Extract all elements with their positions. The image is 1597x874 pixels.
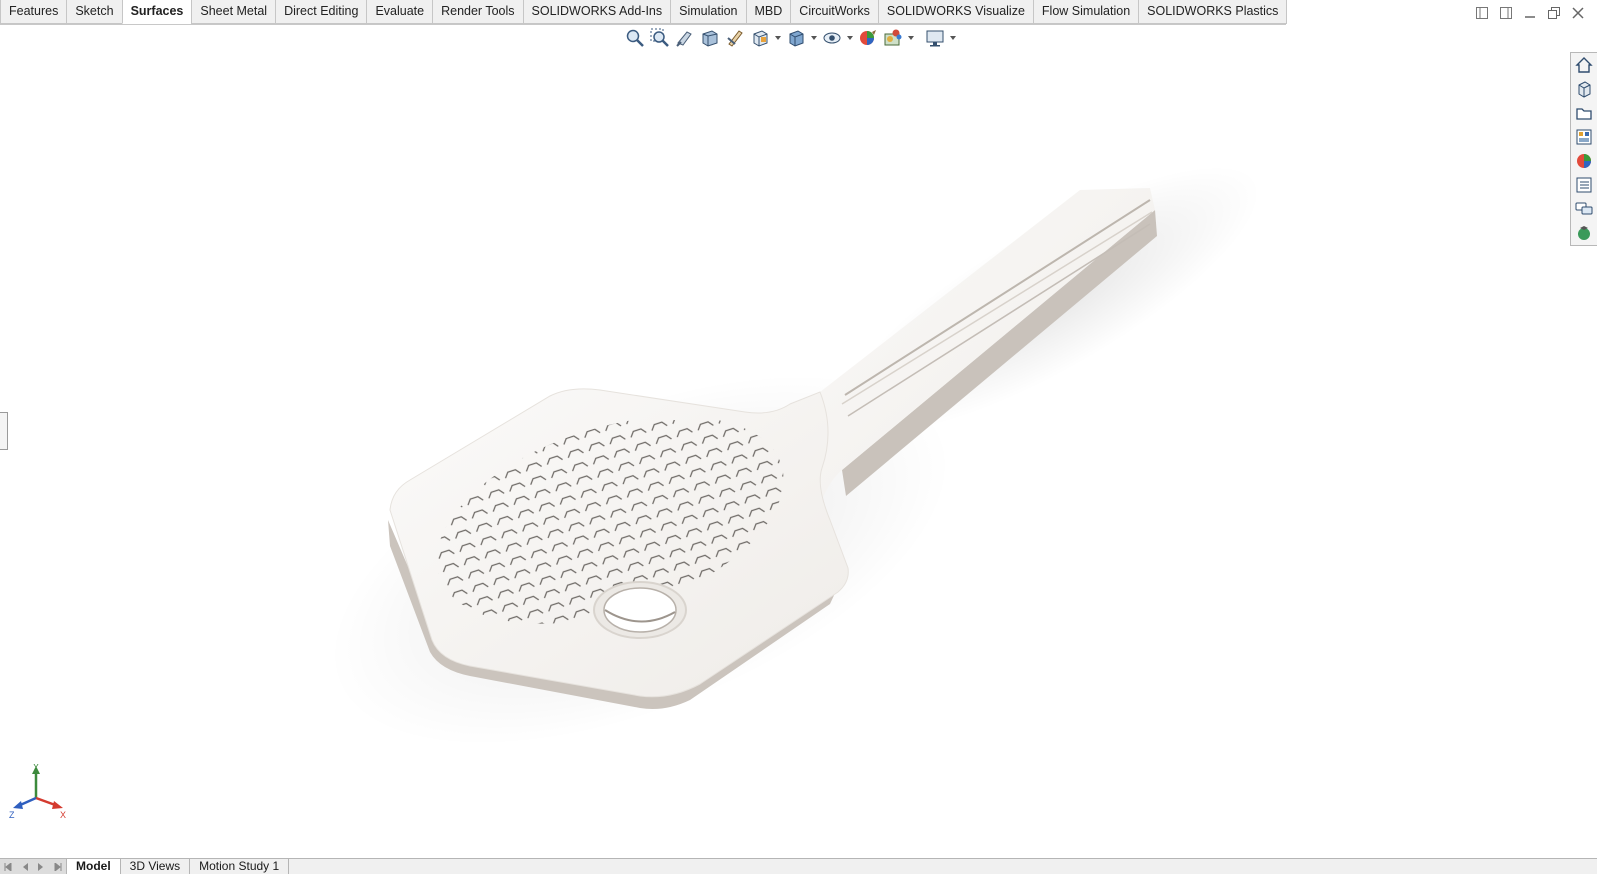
display-style-dropdown-icon[interactable] (810, 27, 818, 49)
hide-show-dropdown-icon[interactable] (846, 27, 854, 49)
tile-left-icon[interactable] (1475, 6, 1489, 20)
tab-render-tools[interactable]: Render Tools (432, 0, 524, 24)
custom-properties-icon[interactable] (1571, 173, 1597, 197)
tab-features[interactable]: Features (0, 0, 68, 24)
tab-3d-views[interactable]: 3D Views (121, 859, 191, 874)
file-explorer-icon[interactable] (1571, 101, 1597, 125)
tab-sheet-metal[interactable]: Sheet Metal (191, 0, 277, 24)
tab-scroll-arrows (0, 859, 67, 874)
apply-scene-dropdown-icon[interactable] (907, 27, 915, 49)
3dexperience-icon[interactable] (1571, 221, 1597, 245)
solidworks-resources-icon[interactable] (1571, 53, 1597, 77)
tab-surfaces[interactable]: Surfaces (121, 0, 193, 24)
tab-solidworks-plastics[interactable]: SOLIDWORKS Plastics (1138, 0, 1288, 24)
tab-circuitworks[interactable]: CircuitWorks (790, 0, 879, 24)
tab-motion-study-1[interactable]: Motion Study 1 (190, 859, 290, 874)
triad-y-label: Y (33, 764, 39, 772)
feature-manager-collapse-handle[interactable] (0, 412, 8, 450)
triad-x-label: X (60, 810, 66, 820)
task-pane-tabs (1570, 52, 1597, 246)
close-icon[interactable] (1571, 6, 1585, 20)
zoom-to-area-icon[interactable] (649, 27, 671, 49)
hide-show-items-icon[interactable] (821, 27, 843, 49)
triad-z-label: Z (9, 810, 15, 820)
design-library-icon[interactable] (1571, 77, 1597, 101)
key-model[interactable] (388, 188, 1157, 709)
view-settings-dropdown-icon[interactable] (949, 27, 957, 49)
tab-model[interactable]: Model (67, 859, 121, 874)
minimize-icon[interactable] (1523, 6, 1537, 20)
restore-icon[interactable] (1547, 6, 1561, 20)
graphics-area[interactable] (0, 0, 1597, 860)
tab-solidworks-add-ins[interactable]: SOLIDWORKS Add-Ins (522, 0, 672, 24)
view-settings-icon[interactable] (924, 27, 946, 49)
zoom-to-fit-icon[interactable] (624, 27, 646, 49)
view-orientation-dropdown-icon[interactable] (774, 27, 782, 49)
first-tab-icon[interactable] (0, 859, 17, 874)
tab-simulation[interactable]: Simulation (670, 0, 747, 24)
bottom-tabs-bar: Model 3D Views Motion Study 1 (0, 858, 1597, 874)
tile-right-icon[interactable] (1499, 6, 1513, 20)
display-style-icon[interactable] (785, 27, 807, 49)
previous-tab-icon[interactable] (17, 859, 34, 874)
edit-appearance-icon[interactable] (857, 27, 879, 49)
tab-evaluate[interactable]: Evaluate (366, 0, 434, 24)
section-view-icon[interactable] (699, 27, 721, 49)
tab-flow-simulation[interactable]: Flow Simulation (1032, 0, 1140, 24)
previous-view-icon[interactable] (674, 27, 696, 49)
document-window-controls (1475, 6, 1585, 20)
tab-sketch[interactable]: Sketch (66, 0, 123, 24)
tab-direct-editing[interactable]: Direct Editing (275, 0, 368, 24)
tab-solidworks-visualize[interactable]: SOLIDWORKS Visualize (877, 0, 1034, 24)
dynamic-annotation-icon[interactable] (724, 27, 746, 49)
apply-scene-icon[interactable] (882, 27, 904, 49)
tab-mbd[interactable]: MBD (745, 0, 792, 24)
reference-triad: Y X Z (9, 764, 66, 820)
next-tab-icon[interactable] (33, 859, 50, 874)
view-palette-icon[interactable] (1571, 125, 1597, 149)
solidworks-forum-icon[interactable] (1571, 197, 1597, 221)
command-manager-tabs: Features Sketch Surfaces Sheet Metal Dir… (0, 0, 1288, 25)
heads-up-view-toolbar (624, 27, 957, 49)
last-tab-icon[interactable] (50, 859, 67, 874)
appearances-scenes-icon[interactable] (1571, 149, 1597, 173)
view-orientation-icon[interactable] (749, 27, 771, 49)
